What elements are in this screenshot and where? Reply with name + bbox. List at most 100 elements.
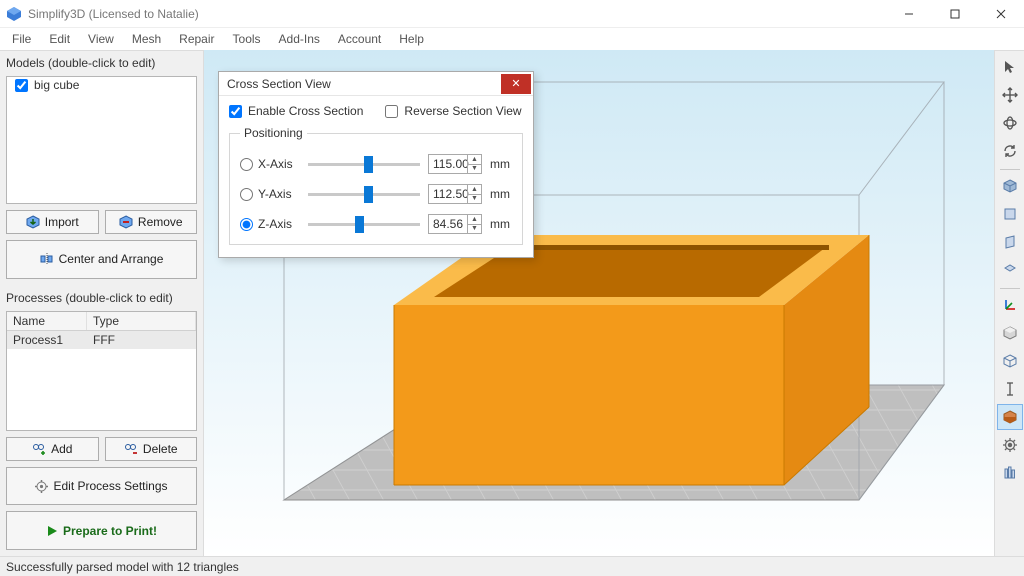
enable-cross-section-label: Enable Cross Section <box>248 104 363 118</box>
menu-help[interactable]: Help <box>391 30 432 48</box>
tool-wireframe[interactable] <box>997 348 1023 374</box>
menu-tools[interactable]: Tools <box>225 30 269 48</box>
menu-file[interactable]: File <box>4 30 39 48</box>
dialog-titlebar[interactable]: Cross Section View ✕ <box>219 72 533 96</box>
axis-slider-x[interactable] <box>308 155 420 173</box>
axis-value-y-text: 112.50 <box>433 187 469 201</box>
center-arrange-button[interactable]: Center and Arrange <box>6 240 197 279</box>
process-row-type: FFF <box>87 331 196 349</box>
model-item-label: big cube <box>34 78 79 92</box>
right-toolbar <box>994 50 1024 556</box>
axis-slider-z[interactable] <box>308 215 420 233</box>
remove-icon <box>119 215 133 229</box>
tool-view-front[interactable] <box>997 201 1023 227</box>
tool-cross-section[interactable] <box>997 404 1023 430</box>
axis-slider-y[interactable] <box>308 185 420 203</box>
left-panel: Models (double-click to edit) big cube I… <box>0 50 204 556</box>
processes-col-name[interactable]: Name <box>7 312 87 330</box>
import-button[interactable]: Import <box>6 210 99 234</box>
menu-view[interactable]: View <box>80 30 122 48</box>
close-button[interactable] <box>978 0 1024 28</box>
axis-y-label: Y-Axis <box>258 187 292 201</box>
model-item[interactable]: big cube <box>7 77 196 93</box>
tool-view-side[interactable] <box>997 229 1023 255</box>
import-button-label: Import <box>45 215 79 229</box>
reverse-section-checkbox[interactable]: Reverse Section View <box>385 104 521 118</box>
remove-button[interactable]: Remove <box>105 210 198 234</box>
menu-repair[interactable]: Repair <box>171 30 222 48</box>
tool-settings-gear[interactable] <box>997 432 1023 458</box>
spin-up-icon[interactable]: ▲ <box>468 215 481 225</box>
axis-value-x[interactable]: 115.00▲▼ <box>428 154 482 174</box>
status-text: Successfully parsed model with 12 triang… <box>6 560 239 574</box>
axis-unit-x: mm <box>490 157 512 171</box>
cross-section-dialog[interactable]: Cross Section View ✕ Enable Cross Sectio… <box>218 71 534 258</box>
axis-row-x: X-Axis 115.00▲▼ mm <box>240 154 512 174</box>
menu-mesh[interactable]: Mesh <box>124 30 169 48</box>
add-process-button[interactable]: Add <box>6 437 99 461</box>
titlebar: Simplify3D (Licensed to Natalie) <box>0 0 1024 28</box>
reverse-section-input[interactable] <box>385 105 398 118</box>
maximize-button[interactable] <box>932 0 978 28</box>
remove-button-label: Remove <box>138 215 183 229</box>
axis-value-z[interactable]: 84.56 ▲▼ <box>428 214 482 234</box>
axis-value-z-text: 84.56 <box>433 217 463 231</box>
processes-col-type[interactable]: Type <box>87 312 196 330</box>
model-item-checkbox[interactable] <box>15 79 28 92</box>
axis-radio-y-input[interactable] <box>240 188 253 201</box>
axis-unit-y: mm <box>490 187 512 201</box>
models-panel-header: Models (double-click to edit) <box>6 56 197 70</box>
tool-measure[interactable] <box>997 376 1023 402</box>
axis-row-y: Y-Axis 112.50▲▼ mm <box>240 184 512 204</box>
axis-radio-z[interactable]: Z-Axis <box>240 217 300 231</box>
tool-axes-gizmo[interactable] <box>997 292 1023 318</box>
menu-account[interactable]: Account <box>330 30 389 48</box>
spin-down-icon[interactable]: ▼ <box>468 195 481 204</box>
process-row[interactable]: Process1 FFF <box>7 331 196 349</box>
spin-down-icon[interactable]: ▼ <box>468 165 481 174</box>
edit-process-settings-button[interactable]: Edit Process Settings <box>6 467 197 506</box>
tool-rotate-sync[interactable] <box>997 138 1023 164</box>
play-icon <box>46 525 58 537</box>
spin-up-icon[interactable]: ▲ <box>468 185 481 195</box>
models-list[interactable]: big cube <box>6 76 197 204</box>
delete-icon <box>124 443 138 455</box>
tool-view-iso[interactable] <box>997 173 1023 199</box>
tool-move-pan[interactable] <box>997 82 1023 108</box>
axis-radio-y[interactable]: Y-Axis <box>240 187 300 201</box>
dialog-close-button[interactable]: ✕ <box>501 74 531 94</box>
center-arrange-label: Center and Arrange <box>59 252 164 266</box>
tool-rotate-orbit[interactable] <box>997 110 1023 136</box>
axis-value-x-text: 115.00 <box>433 157 469 171</box>
axis-radio-z-input[interactable] <box>240 218 253 231</box>
spin-up-icon[interactable]: ▲ <box>468 155 481 165</box>
minimize-button[interactable] <box>886 0 932 28</box>
app-icon <box>6 6 22 22</box>
menu-edit[interactable]: Edit <box>41 30 78 48</box>
axis-row-z: Z-Axis 84.56▲▼ mm <box>240 214 512 234</box>
menu-addins[interactable]: Add-Ins <box>271 30 328 48</box>
edit-process-settings-label: Edit Process Settings <box>53 479 167 493</box>
process-row-name: Process1 <box>7 331 87 349</box>
delete-process-label: Delete <box>143 442 178 456</box>
processes-table[interactable]: Name Type Process1 FFF <box>6 311 197 431</box>
import-icon <box>26 215 40 229</box>
add-icon <box>32 443 46 455</box>
axis-radio-x[interactable]: X-Axis <box>240 157 300 171</box>
tool-view-top[interactable] <box>997 257 1023 283</box>
axis-z-label: Z-Axis <box>258 217 292 231</box>
window-title: Simplify3D (Licensed to Natalie) <box>28 7 199 21</box>
tool-solid-shaded[interactable] <box>997 320 1023 346</box>
tool-select-cursor[interactable] <box>997 54 1023 80</box>
delete-process-button[interactable]: Delete <box>105 437 198 461</box>
enable-cross-section-checkbox[interactable]: Enable Cross Section <box>229 104 363 118</box>
axis-radio-x-input[interactable] <box>240 158 253 171</box>
center-arrange-icon <box>40 253 54 265</box>
spin-down-icon[interactable]: ▼ <box>468 225 481 234</box>
tool-supports-pillars[interactable] <box>997 460 1023 486</box>
axis-value-y[interactable]: 112.50▲▼ <box>428 184 482 204</box>
gear-icon <box>35 480 48 493</box>
prepare-to-print-button[interactable]: Prepare to Print! <box>6 511 197 550</box>
enable-cross-section-input[interactable] <box>229 105 242 118</box>
positioning-legend: Positioning <box>240 126 307 140</box>
